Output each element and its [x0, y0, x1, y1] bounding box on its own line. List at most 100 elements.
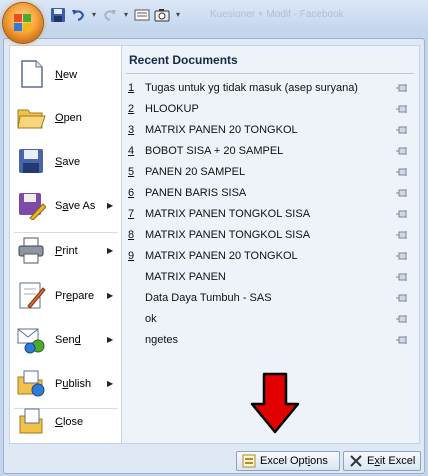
window-title: Kuesioner + Modif - Facebook	[210, 9, 344, 20]
customize-toolbar-icon[interactable]: ▾	[174, 7, 182, 23]
menu-item-close[interactable]: Close	[10, 401, 121, 443]
recent-document-number: 9	[128, 250, 135, 262]
menu-item-publish-label: Publish	[55, 378, 92, 390]
menu-item-close-label: Close	[55, 416, 84, 428]
menu-item-publish[interactable]: Publish ▶	[10, 363, 121, 405]
recent-document-number: 6	[128, 187, 135, 199]
menu-item-prepare-label: Prepare	[55, 290, 95, 302]
submenu-arrow-icon: ▶	[107, 291, 114, 300]
recent-document-number: 8	[128, 229, 135, 241]
recent-document-item[interactable]: 6 PANEN BARIS SISA	[128, 183, 414, 203]
save-as-icon	[19, 193, 46, 220]
excel-options-button[interactable]: Excel Options	[236, 451, 340, 471]
menu-item-save-as-label: Save As	[55, 200, 96, 212]
exit-x-icon	[350, 455, 362, 467]
office-button[interactable]	[3, 3, 43, 43]
open-folder-icon	[17, 109, 46, 129]
recent-document-name: ngetes	[145, 334, 179, 346]
recent-document-number: 3	[128, 124, 135, 136]
send-icon	[17, 328, 45, 354]
pin-icon[interactable]	[396, 293, 408, 303]
menu-command-list: New Open Save Save As ▶ Print ▶ Prepare …	[9, 45, 122, 444]
menu-item-new[interactable]: New	[10, 54, 121, 96]
new-document-icon	[21, 60, 43, 88]
menu-item-send-label: Send	[55, 334, 81, 346]
menu-item-save[interactable]: Save	[10, 141, 121, 183]
menu-item-save-label: Save	[55, 156, 81, 168]
recent-document-number: 2	[128, 103, 135, 115]
office-logo-icon	[14, 14, 32, 32]
recent-document-name: Tugas untuk yg tidak masuk (asep suryana…	[145, 82, 358, 94]
pin-icon[interactable]	[396, 335, 408, 345]
menu-item-save-as[interactable]: Save As ▶	[10, 185, 121, 227]
menu-item-print-label: Print	[55, 245, 78, 257]
save-icon[interactable]	[50, 7, 66, 23]
pin-icon[interactable]	[396, 83, 408, 93]
recent-document-item[interactable]: 7 MATRIX PANEN TONGKOL SISA	[128, 204, 414, 224]
recent-document-item[interactable]: 8 MATRIX PANEN TONGKOL SISA	[128, 225, 414, 245]
menu-item-prepare[interactable]: Prepare ▶	[10, 275, 121, 317]
undo-icon[interactable]	[70, 7, 86, 23]
undo-dropdown-icon[interactable]: ▾	[90, 7, 98, 23]
recent-document-name: ok	[145, 313, 157, 325]
prepare-icon	[19, 282, 46, 309]
redo-icon[interactable]	[102, 7, 118, 23]
pin-icon[interactable]	[396, 272, 408, 282]
recent-document-item[interactable]: 1 Tugas untuk yg tidak masuk (asep suryan…	[128, 78, 414, 98]
printer-icon	[18, 237, 44, 264]
exit-excel-button[interactable]: Exit Excel	[343, 451, 421, 471]
form-icon[interactable]	[134, 7, 150, 23]
menu-item-open-label: Open	[55, 112, 82, 124]
recent-documents-title: Recent Documents	[129, 53, 238, 67]
recent-document-item[interactable]: Data Daya Tumbuh - SAS	[128, 288, 414, 308]
recent-document-name: MATRIX PANEN	[145, 271, 226, 283]
recent-document-item[interactable]: 9 MATRIX PANEN 20 TONGKOL	[128, 246, 414, 266]
pin-icon[interactable]	[396, 146, 408, 156]
recent-document-name: Data Daya Tumbuh - SAS	[145, 292, 272, 304]
recent-documents-divider	[126, 73, 414, 74]
submenu-arrow-icon: ▶	[107, 246, 114, 255]
pin-icon[interactable]	[396, 314, 408, 324]
submenu-arrow-icon: ▶	[107, 335, 114, 344]
recent-document-name: PANEN BARIS SISA	[145, 187, 247, 199]
pin-icon[interactable]	[396, 209, 408, 219]
pin-icon[interactable]	[396, 167, 408, 177]
submenu-arrow-icon: ▶	[107, 379, 114, 388]
submenu-arrow-icon: ▶	[107, 201, 114, 210]
excel-options-label: Excel Options	[260, 455, 328, 467]
close-document-icon	[19, 408, 43, 434]
recent-document-number: 4	[128, 145, 135, 157]
annotation-arrow-icon	[250, 372, 300, 434]
recent-document-number: 7	[128, 208, 135, 220]
menu-item-open[interactable]: Open	[10, 97, 121, 139]
pin-icon[interactable]	[396, 188, 408, 198]
recent-document-name: MATRIX PANEN 20 TONGKOL	[145, 124, 298, 136]
pin-icon[interactable]	[396, 104, 408, 114]
recent-document-number: 1	[128, 82, 135, 94]
camera-icon[interactable]	[154, 7, 170, 23]
office-menu: New Open Save Save As ▶ Print ▶ Prepare …	[3, 38, 425, 474]
recent-document-name: MATRIX PANEN TONGKOL SISA	[145, 208, 311, 220]
recent-document-name: PANEN 20 SAMPEL	[145, 166, 246, 178]
recent-document-item[interactable]: 3 MATRIX PANEN 20 TONGKOL	[128, 120, 414, 140]
recent-document-item[interactable]: 2 HLOOKUP	[128, 99, 414, 119]
recent-document-item[interactable]: 5 PANEN 20 SAMPEL	[128, 162, 414, 182]
recent-document-name: BOBOT SISA + 20 SAMPEL	[145, 145, 284, 157]
menu-item-send[interactable]: Send ▶	[10, 319, 121, 361]
recent-document-item[interactable]: ngetes	[128, 330, 414, 350]
pin-icon[interactable]	[396, 230, 408, 240]
menu-item-print[interactable]: Print ▶	[10, 230, 121, 272]
pin-icon[interactable]	[396, 251, 408, 261]
recent-document-name: MATRIX PANEN TONGKOL SISA	[145, 229, 311, 241]
exit-excel-label: Exit Excel	[367, 455, 416, 467]
redo-dropdown-icon[interactable]: ▾	[122, 7, 130, 23]
recent-document-name: HLOOKUP	[145, 103, 199, 115]
recent-document-number: 5	[128, 166, 135, 178]
save-disk-icon	[19, 149, 43, 173]
recent-document-item[interactable]: MATRIX PANEN	[128, 267, 414, 287]
recent-document-item[interactable]: ok	[128, 309, 414, 329]
options-icon	[242, 454, 256, 468]
pin-icon[interactable]	[396, 125, 408, 135]
recent-document-item[interactable]: 4 BOBOT SISA + 20 SAMPEL	[128, 141, 414, 161]
title-bar: ▾ ▾ ▾ Kuesioner + Modif - Facebook	[0, 0, 428, 30]
